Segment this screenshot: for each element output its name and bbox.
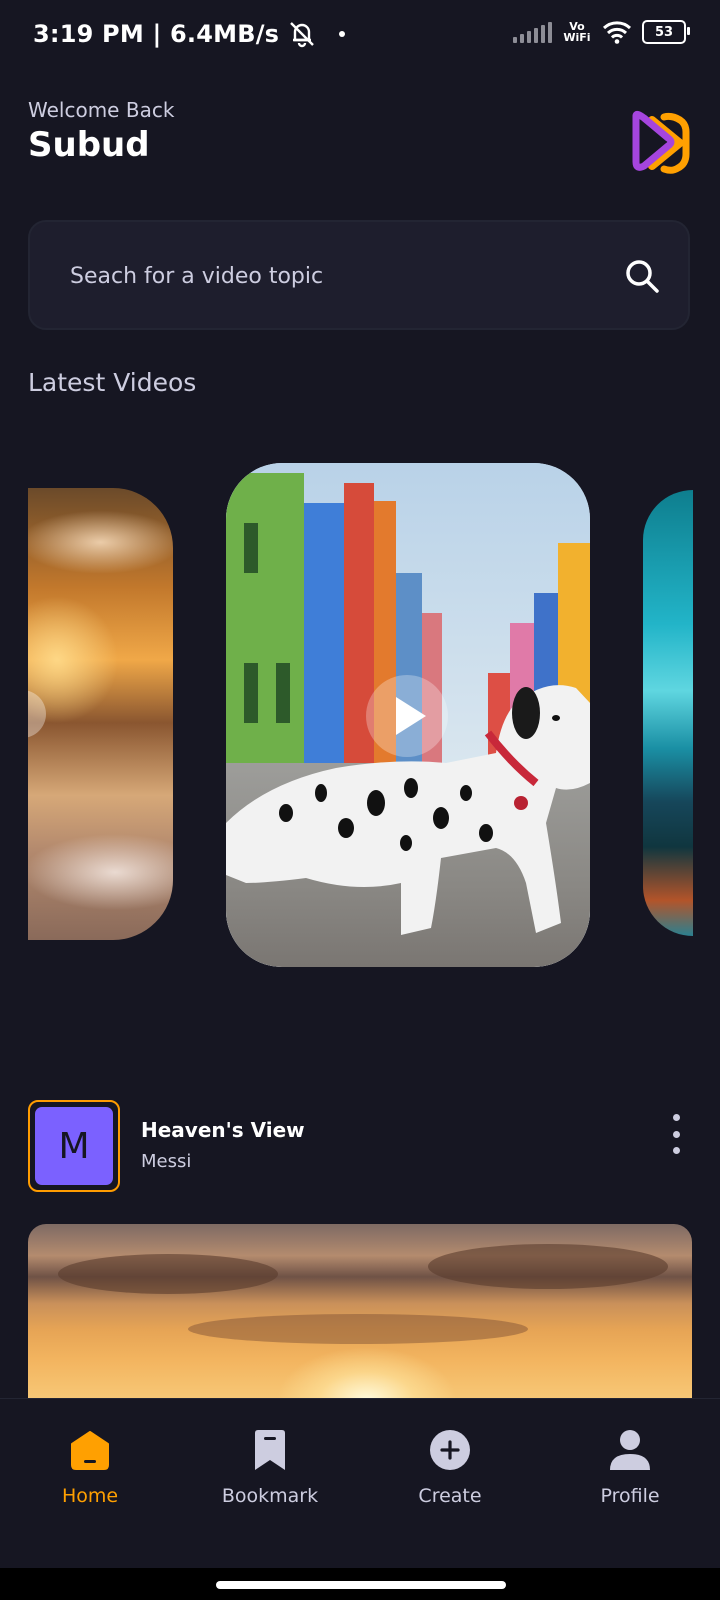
welcome-text: Welcome Back [28, 98, 175, 122]
profile-icon [610, 1430, 650, 1470]
status-left: 3:19 PM | 6.4MB/s [33, 19, 346, 49]
thumbnail-cloud [428, 1244, 668, 1289]
tab-bookmark-label: Bookmark [221, 1485, 319, 1507]
search-input[interactable] [68, 222, 592, 330]
play-button[interactable] [366, 675, 448, 757]
notification-dot-icon [339, 31, 346, 37]
bottom-tab-bar: Home Bookmark Create Profile [0, 1398, 720, 1569]
tab-profile[interactable]: Profile [550, 1429, 710, 1529]
more-options-icon[interactable] [666, 1114, 686, 1154]
thumbnail-cloud [188, 1314, 528, 1344]
status-time-speed: 3:19 PM | 6.4MB/s [33, 20, 280, 48]
status-bar: 3:19 PM | 6.4MB/s Vo WiFi 53 [0, 0, 720, 72]
play-icon [28, 690, 46, 738]
bell-muted-icon [290, 22, 315, 48]
battery-icon: 53 [642, 20, 690, 44]
username-title: Subud [28, 125, 150, 165]
wifi-icon [602, 21, 632, 44]
vowifi-label: Vo WiFi [563, 20, 591, 44]
creator-avatar[interactable]: M [28, 1100, 120, 1192]
video-card-sunset-clouds[interactable] [28, 488, 173, 940]
avatar-letter: M [35, 1107, 113, 1185]
tab-home[interactable]: Home [10, 1429, 170, 1529]
plus-circle-icon [430, 1430, 470, 1470]
video-creator: Messi [141, 1151, 192, 1172]
search-icon[interactable] [624, 258, 660, 294]
tab-create-label: Create [418, 1485, 482, 1507]
bookmark-icon [255, 1430, 285, 1470]
tab-bookmark[interactable]: Bookmark [190, 1429, 350, 1529]
tab-home-label: Home [61, 1485, 119, 1507]
app-logo-icon [632, 110, 690, 174]
video-card-dalmatian[interactable] [226, 463, 590, 967]
video-card-teal-abstract[interactable] [643, 490, 693, 936]
tab-create[interactable]: Create [370, 1429, 530, 1529]
signal-icon [513, 21, 552, 43]
video-title: Heaven's View [141, 1118, 305, 1142]
battery-level: 53 [654, 24, 674, 40]
app-screen: 3:19 PM | 6.4MB/s Vo WiFi 53 Welcome Bac… [0, 0, 720, 1600]
home-icon [71, 1431, 109, 1470]
status-right: Vo WiFi 53 [513, 20, 690, 44]
play-icon [396, 697, 426, 735]
latest-videos-title: Latest Videos [28, 368, 197, 397]
tab-profile-label: Profile [600, 1485, 660, 1507]
thumbnail-cloud [58, 1254, 278, 1294]
home-indicator[interactable] [216, 1581, 506, 1589]
search-box [28, 220, 690, 330]
video-thumbnail-sunset[interactable] [28, 1224, 692, 1400]
